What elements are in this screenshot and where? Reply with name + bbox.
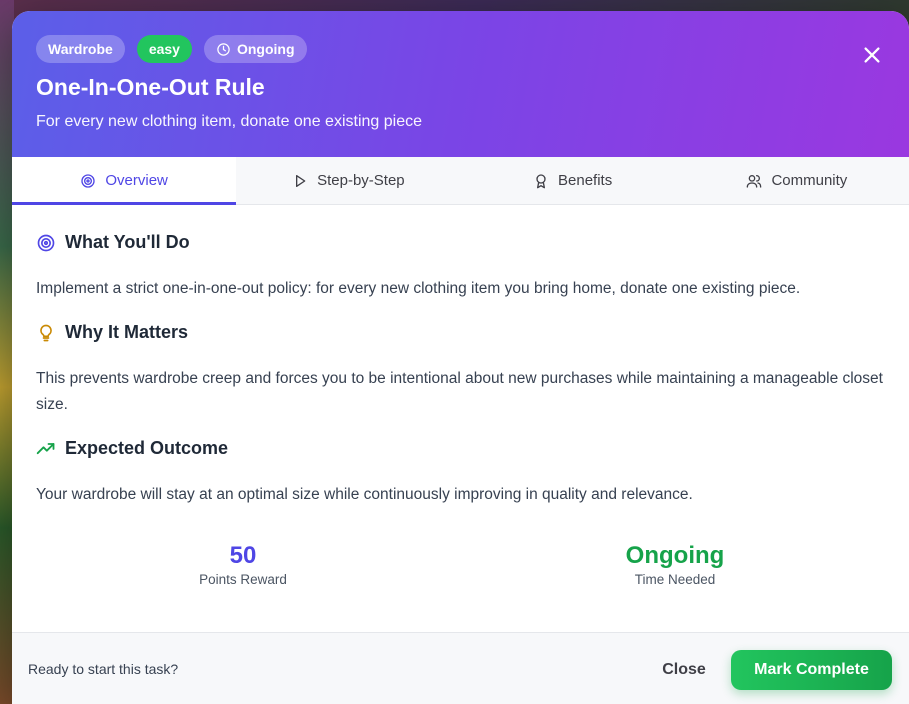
target-icon xyxy=(81,173,96,188)
what-heading: What You'll Do xyxy=(36,232,190,253)
what-text: Implement a strict one-in-one-out policy… xyxy=(36,280,801,297)
tab-label: Community xyxy=(771,172,848,189)
tab-label: Benefits xyxy=(558,172,613,189)
tab-label: Overview xyxy=(105,172,168,189)
tab-label: Step-by-Step xyxy=(317,172,405,189)
outcome-text: Your wardrobe will stay at an optimal si… xyxy=(36,486,693,503)
task-modal: Wardrobe easy Ongoing One-In-One-Out Rul… xyxy=(12,11,909,704)
stats-row: 50 Points Reward Ongoing Time Needed xyxy=(12,542,909,602)
close-icon[interactable] xyxy=(861,44,883,66)
section-title: Why It Matters xyxy=(65,322,189,342)
users-icon xyxy=(747,174,762,188)
target-icon xyxy=(37,234,55,251)
modal-footer: Ready to start this task? Close Mark Com… xyxy=(12,632,909,704)
points-value: 50 xyxy=(229,542,257,569)
outcome-heading: Expected Outcome xyxy=(36,438,228,459)
time-badge-label: Ongoing xyxy=(236,41,295,57)
section-title: What You'll Do xyxy=(65,232,190,252)
time-value: Ongoing xyxy=(625,542,725,569)
play-icon xyxy=(296,174,306,187)
clock-icon xyxy=(217,42,230,56)
difficulty-badge: easy xyxy=(136,35,192,63)
mark-complete-button[interactable]: Mark Complete xyxy=(731,650,892,690)
time-badge: Ongoing xyxy=(203,35,307,63)
modal-header: Wardrobe easy Ongoing One-In-One-Out Rul… xyxy=(12,11,909,157)
points-stat: 50 Points Reward xyxy=(123,542,363,587)
close-button[interactable]: Close xyxy=(652,650,716,690)
tab-step-by-step[interactable]: Step-by-Step xyxy=(236,157,460,204)
tab-community[interactable]: Community xyxy=(685,157,909,204)
points-label: Points Reward xyxy=(199,572,287,587)
modal-title: One-In-One-Out Rule xyxy=(36,74,265,100)
time-stat: Ongoing Time Needed xyxy=(555,542,795,587)
category-badge: Wardrobe xyxy=(36,35,125,63)
trending-up-icon xyxy=(36,442,55,454)
why-text: This prevents wardrobe creep and forces … xyxy=(36,370,883,413)
footer-prompt: Ready to start this task? xyxy=(28,661,179,677)
modal-subtitle: For every new clothing item, donate one … xyxy=(36,113,422,130)
badge-row: Wardrobe easy Ongoing xyxy=(36,35,307,63)
tab-overview[interactable]: Overview xyxy=(12,157,237,205)
award-icon xyxy=(536,173,546,188)
section-title: Expected Outcome xyxy=(65,438,229,458)
time-label: Time Needed xyxy=(634,572,716,587)
why-heading: Why It Matters xyxy=(36,322,188,343)
lightbulb-icon xyxy=(40,324,52,341)
tab-benefits[interactable]: Benefits xyxy=(461,157,685,204)
tab-bar: Overview Step-by-Step Benefits Community xyxy=(12,157,909,205)
